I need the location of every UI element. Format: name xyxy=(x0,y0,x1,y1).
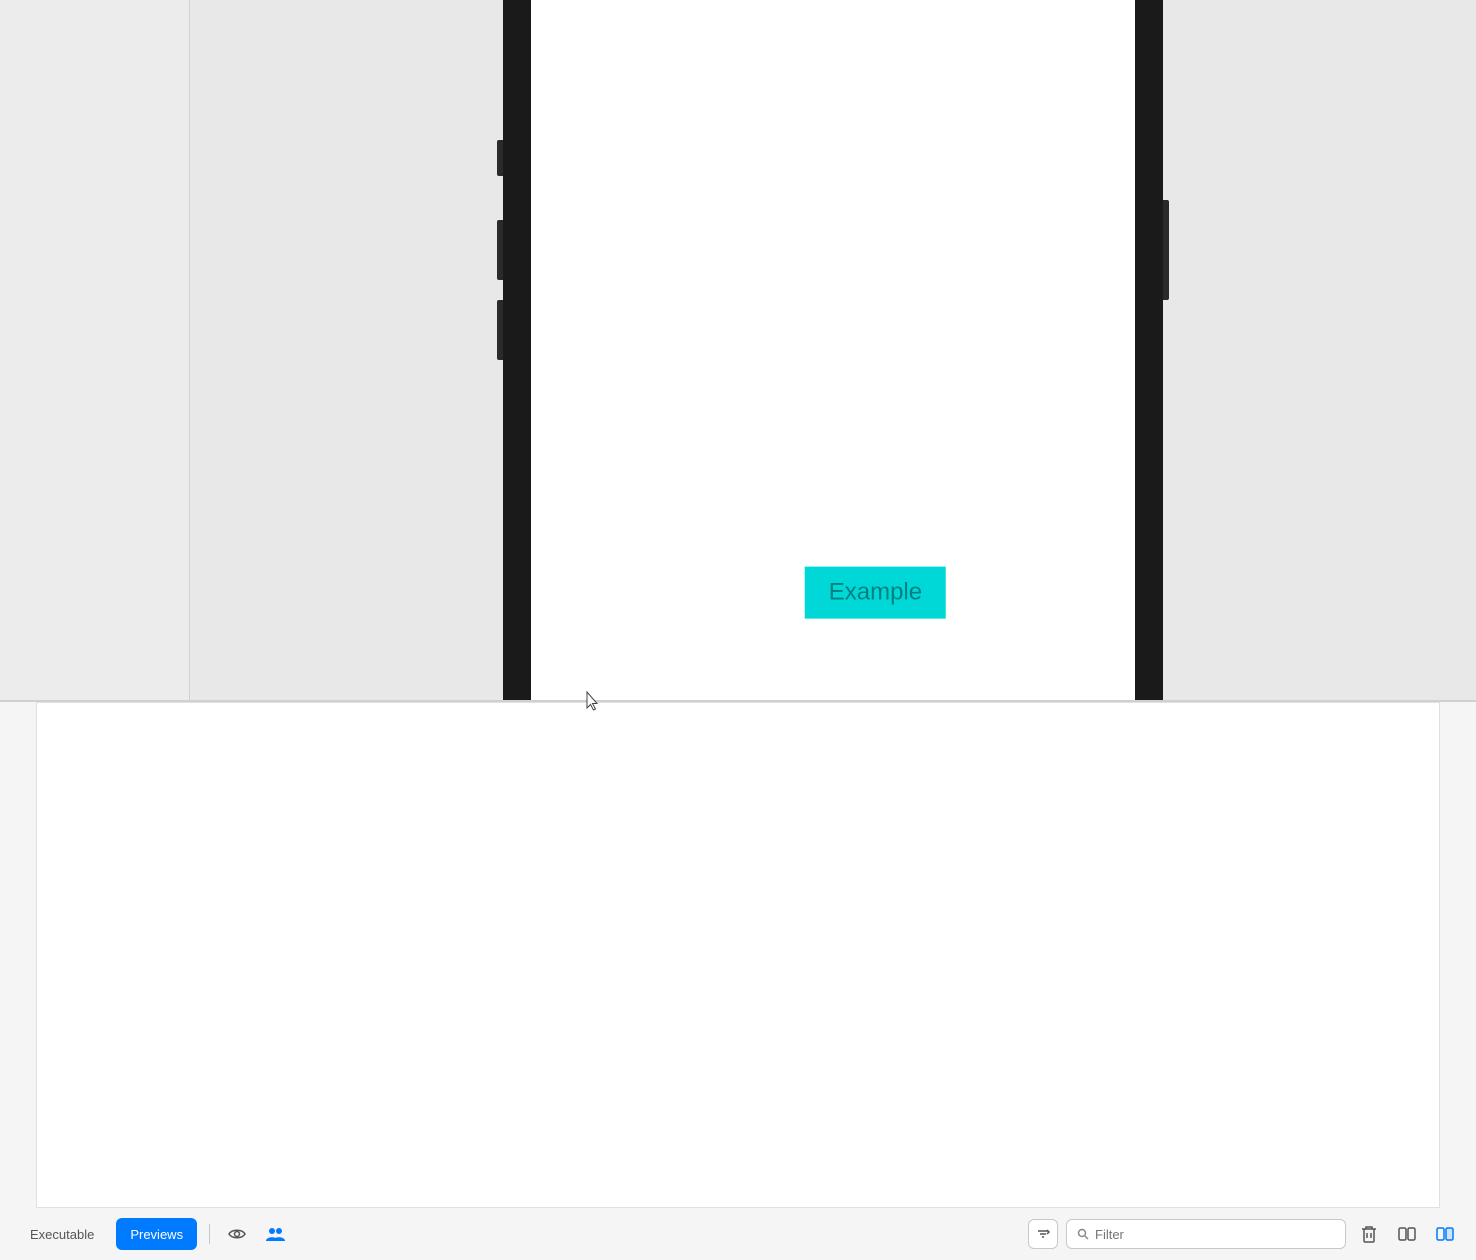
bottom-panel-content xyxy=(36,702,1440,1208)
executable-tab-label: Executable xyxy=(30,1227,94,1242)
previews-tab-label: Previews xyxy=(130,1227,183,1242)
preview-area: Example xyxy=(0,0,1476,1260)
example-label: Example xyxy=(829,579,922,606)
previews-tab[interactable]: Previews xyxy=(116,1218,197,1250)
bottom-toolbar-right xyxy=(1028,1219,1460,1249)
eye-button[interactable] xyxy=(222,1219,252,1249)
example-element: Example xyxy=(805,567,946,619)
filter-input[interactable] xyxy=(1095,1227,1335,1242)
bottom-panel-toolbar: Executable Previews xyxy=(0,1208,1476,1260)
executable-tab[interactable]: Executable xyxy=(16,1218,108,1250)
layout-split-button[interactable] xyxy=(1392,1219,1422,1249)
search-icon xyxy=(1077,1228,1089,1240)
layout-stack-button[interactable] xyxy=(1430,1219,1460,1249)
people-button[interactable] xyxy=(260,1219,290,1249)
trash-button[interactable] xyxy=(1354,1219,1384,1249)
filter-options-button[interactable] xyxy=(1028,1219,1058,1249)
bottom-panel: Executable Previews xyxy=(0,700,1476,1260)
phone-power-button xyxy=(1163,200,1169,300)
tab-divider xyxy=(209,1224,210,1244)
filter-input-container xyxy=(1066,1219,1346,1249)
